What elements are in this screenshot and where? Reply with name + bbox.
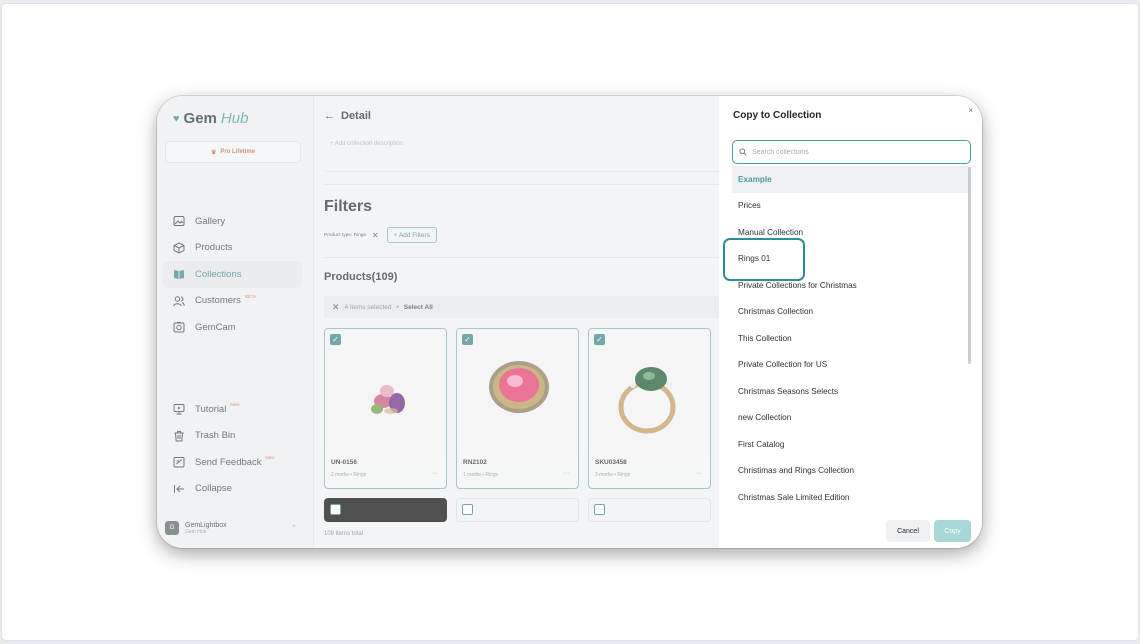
search-input[interactable] [752,148,952,156]
list-item[interactable]: Christmas Seasons Selects [732,378,968,405]
list-item[interactable]: Manual Collection [732,219,968,246]
list-item[interactable]: First Catalog [732,431,968,458]
search-icon [739,148,747,156]
list-item[interactable]: Private Collections for Christmas [732,272,968,299]
copy-button[interactable]: Copy [934,520,971,542]
list-item[interactable]: Private Collection for US [732,352,968,379]
list-item[interactable]: new Collection [732,405,968,432]
list-item[interactable]: Christmas Sale Limited Edition [732,484,968,511]
list-scrollbar[interactable] [968,167,971,364]
list-item[interactable]: Prices [732,193,968,220]
list-item[interactable]: This Collection [732,325,968,352]
collection-list: Example Prices Manual Collection Rings 0… [732,166,968,511]
cancel-button[interactable]: Cancel [886,520,930,542]
list-item[interactable]: Christmas Collection [732,299,968,326]
modal-title: Copy to Collection [733,110,822,121]
app-window: ♥ Gem Hub ♛ Pro Lifetime Gallery Products… [157,96,982,548]
modal-backdrop[interactable] [157,96,719,548]
list-item[interactable]: Christimas and Rings Collection [732,458,968,485]
copy-to-collection-panel: Copy to Collection × Example Prices Manu… [719,96,982,548]
close-icon[interactable]: × [968,106,973,115]
list-item[interactable]: Example [732,166,968,193]
list-item[interactable]: Rings 01 [732,246,968,273]
search-box [732,140,971,164]
